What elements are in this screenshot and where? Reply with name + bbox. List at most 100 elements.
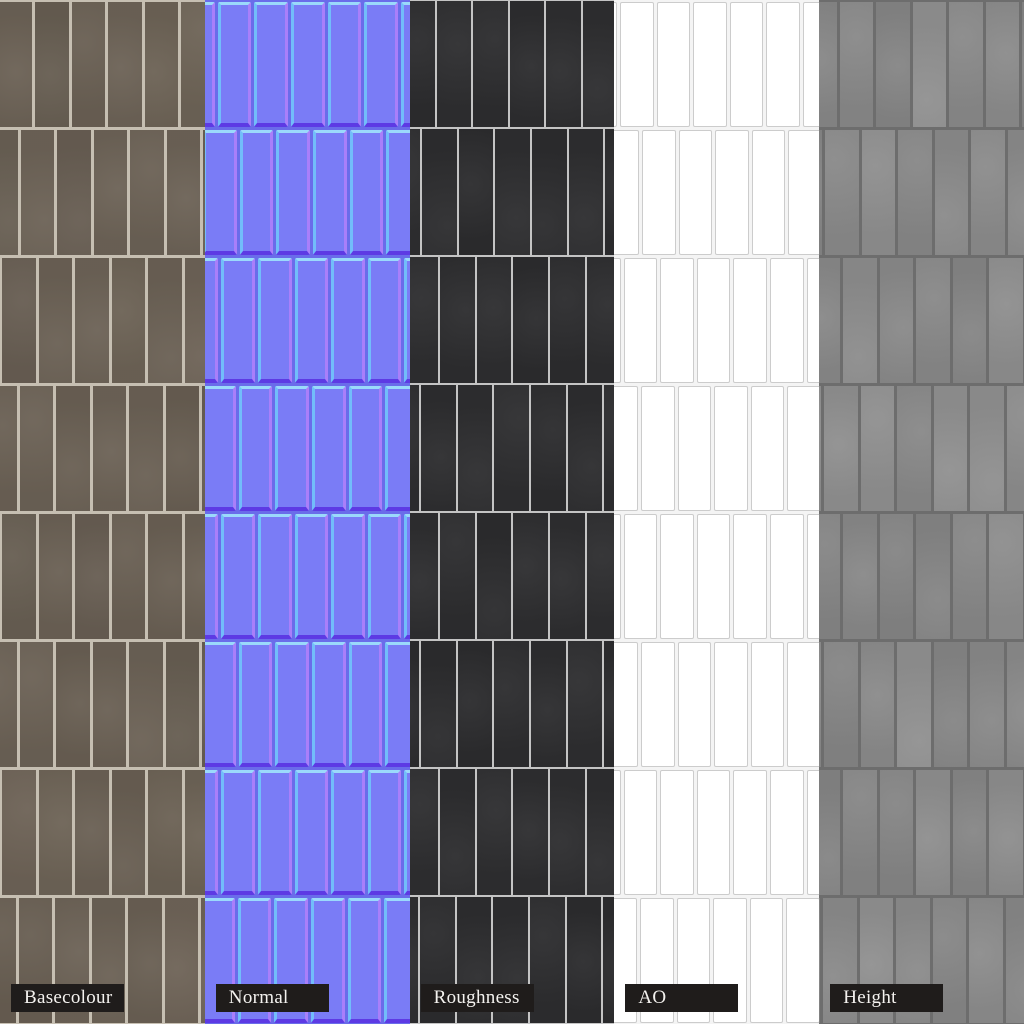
- tile-ao: [614, 385, 639, 511]
- tile-height: [952, 257, 987, 383]
- tile-ao: [787, 641, 820, 767]
- tile-height: [952, 769, 987, 895]
- tile-height: [912, 1, 947, 127]
- tile-normal: [400, 1, 410, 127]
- tile-basecolour: [144, 1, 179, 127]
- tile-height: [843, 513, 877, 639]
- tile-height: [1006, 385, 1024, 511]
- tile-height: [819, 641, 822, 767]
- tile-ao: [641, 385, 675, 511]
- tile-normal: [312, 641, 346, 767]
- tile-height: [989, 257, 1023, 383]
- tile-basecolour: [129, 385, 163, 511]
- tile-height: [970, 641, 1004, 767]
- tile-normal: [204, 513, 219, 639]
- tile-basecolour: [56, 641, 90, 767]
- tile-roughness: [409, 129, 421, 255]
- tile-roughness: [409, 641, 420, 767]
- tile-height: [879, 769, 914, 895]
- tile-ao: [715, 129, 749, 255]
- tile-height: [934, 129, 969, 255]
- tile-height: [971, 129, 1005, 255]
- map-label-normal: Normal: [215, 984, 329, 1012]
- tile-ao: [696, 257, 731, 383]
- tile-ao: [696, 769, 731, 895]
- tile-roughness: [409, 257, 439, 383]
- tile-roughness: [494, 385, 529, 511]
- tile-height: [819, 385, 822, 511]
- tile-basecolour: [19, 385, 54, 511]
- tile-basecolour: [148, 257, 182, 383]
- tile-roughness: [421, 385, 456, 511]
- tile-normal: [294, 769, 329, 895]
- tile-basecolour: [35, 1, 69, 127]
- tile-roughness: [409, 385, 420, 511]
- tile-ao: [614, 641, 639, 767]
- tile-height: [949, 1, 983, 127]
- tile-basecolour: [75, 513, 109, 639]
- tile-normal: [204, 385, 236, 511]
- tile-basecolour: [166, 129, 201, 255]
- tile-ao: [677, 641, 712, 767]
- tile-basecolour: [71, 1, 106, 127]
- tile-ao: [620, 1, 654, 127]
- strip-normal: [204, 0, 410, 1024]
- tile-roughness: [604, 641, 615, 767]
- tile-height: [819, 1, 837, 127]
- tile-height: [876, 1, 910, 127]
- tile-height: [861, 129, 896, 255]
- tile-height: [952, 513, 987, 639]
- tile-basecolour: [181, 1, 205, 127]
- tile-roughness: [457, 385, 493, 511]
- tile-normal: [386, 129, 410, 255]
- tile-ao: [769, 257, 804, 383]
- tile-normal: [276, 129, 311, 255]
- tile-ao: [660, 513, 694, 639]
- tile-normal: [257, 769, 292, 895]
- tile-ao: [750, 641, 785, 767]
- tile-height: [819, 129, 823, 255]
- tile-basecolour: [20, 129, 55, 255]
- tile-height: [1006, 641, 1024, 767]
- map-label-text: Height: [843, 987, 897, 1008]
- tile-basecolour: [92, 641, 127, 767]
- tile-roughness: [586, 257, 615, 383]
- tile-roughness: [583, 1, 615, 127]
- map-label-text: Basecolour: [24, 987, 113, 1008]
- tile-roughness: [458, 129, 494, 255]
- tile-ao: [729, 1, 764, 127]
- tile-ao: [678, 129, 713, 255]
- tile-normal: [331, 257, 365, 383]
- map-label-basecolour: Basecolour: [11, 984, 124, 1012]
- tile-height: [839, 1, 874, 127]
- tile-roughness: [422, 129, 457, 255]
- tile-ao: [787, 385, 820, 511]
- tile-normal: [347, 897, 382, 1023]
- tile-ao: [733, 257, 767, 383]
- strip-roughness: [409, 0, 615, 1024]
- tile-height: [819, 257, 841, 383]
- tile-normal: [327, 1, 362, 127]
- tile-roughness: [546, 1, 582, 127]
- tile-normal: [364, 1, 398, 127]
- tile-ao: [750, 385, 785, 511]
- tile-normal: [385, 641, 410, 767]
- tile-ao: [751, 129, 786, 255]
- tile-height: [879, 513, 914, 639]
- tile-normal: [254, 1, 288, 127]
- tile-height: [933, 641, 968, 767]
- tile-roughness: [566, 897, 602, 1023]
- tile-normal: [349, 129, 384, 255]
- tile-roughness: [457, 641, 493, 767]
- tile-basecolour: [108, 1, 142, 127]
- tile-ao: [677, 385, 712, 511]
- tile-ao: [766, 1, 800, 127]
- tile-basecolour: [148, 513, 182, 639]
- tile-basecolour: [184, 769, 205, 895]
- tile-ao: [660, 257, 694, 383]
- tile-normal: [385, 385, 410, 511]
- tile-roughness: [531, 129, 567, 255]
- tile-basecolour: [0, 1, 32, 127]
- tile-normal: [221, 769, 255, 895]
- tile-roughness: [436, 1, 472, 127]
